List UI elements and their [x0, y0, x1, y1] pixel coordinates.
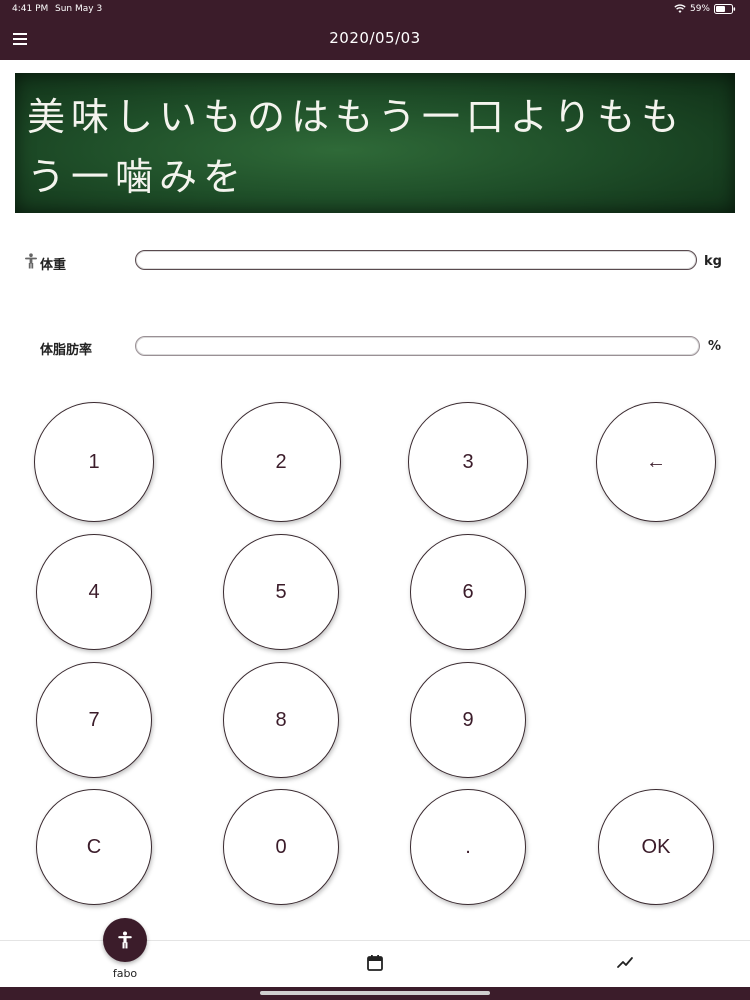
- chalkboard-banner: 美味しいものはもう一口よりももう一噛みを: [15, 73, 735, 213]
- body-fat-label: 体脂肪率: [40, 343, 93, 358]
- key-8[interactable]: 8: [223, 662, 339, 778]
- key-1[interactable]: 1: [34, 402, 154, 522]
- app-screen: 4:41 PM Sun May 3 59% 2020/05/03 美味しいものは…: [0, 0, 750, 1000]
- key-6[interactable]: 6: [410, 534, 526, 650]
- clear-key[interactable]: C: [36, 789, 152, 905]
- key-3[interactable]: 3: [408, 402, 528, 522]
- top-app-bar: 4:41 PM Sun May 3 59% 2020/05/03: [0, 0, 750, 60]
- decimal-key[interactable]: .: [410, 789, 526, 905]
- status-right: 59%: [674, 4, 736, 14]
- home-indicator[interactable]: [260, 991, 490, 995]
- weight-label: 体重: [40, 258, 67, 273]
- key-5[interactable]: 5: [223, 534, 339, 650]
- ok-key[interactable]: OK: [598, 789, 714, 905]
- backspace-key[interactable]: ←: [596, 402, 716, 522]
- weight-row: 体重 kg: [0, 248, 750, 276]
- battery-icon: [714, 4, 736, 14]
- key-4[interactable]: 4: [36, 534, 152, 650]
- calendar-icon[interactable]: [366, 954, 384, 972]
- status-time: 4:41 PM: [12, 4, 49, 14]
- key-7[interactable]: 7: [36, 662, 152, 778]
- battery-percent: 59%: [689, 4, 710, 14]
- body-fat-unit: %: [708, 339, 722, 354]
- banner-quote: 美味しいものはもう一口よりももう一噛みを: [27, 95, 686, 199]
- page-title: 2020/05/03: [329, 29, 421, 47]
- key-0[interactable]: 0: [223, 789, 339, 905]
- status-date: Sun May 3: [55, 4, 103, 14]
- status-bar: 4:41 PM Sun May 3 59%: [0, 0, 750, 18]
- key-2[interactable]: 2: [221, 402, 341, 522]
- trend-chart-icon[interactable]: [616, 954, 634, 970]
- weight-input[interactable]: [135, 250, 697, 270]
- person-icon: [25, 253, 37, 269]
- person-icon: [118, 931, 132, 949]
- key-9[interactable]: 9: [410, 662, 526, 778]
- nav-item-fabo[interactable]: [103, 918, 147, 962]
- body-fat-input[interactable]: [135, 336, 700, 356]
- weight-unit: kg: [704, 254, 722, 269]
- body-fat-row: 体脂肪率 %: [0, 333, 750, 361]
- wifi-icon: [674, 4, 686, 13]
- nav-item-fabo-label: fabo: [112, 967, 138, 980]
